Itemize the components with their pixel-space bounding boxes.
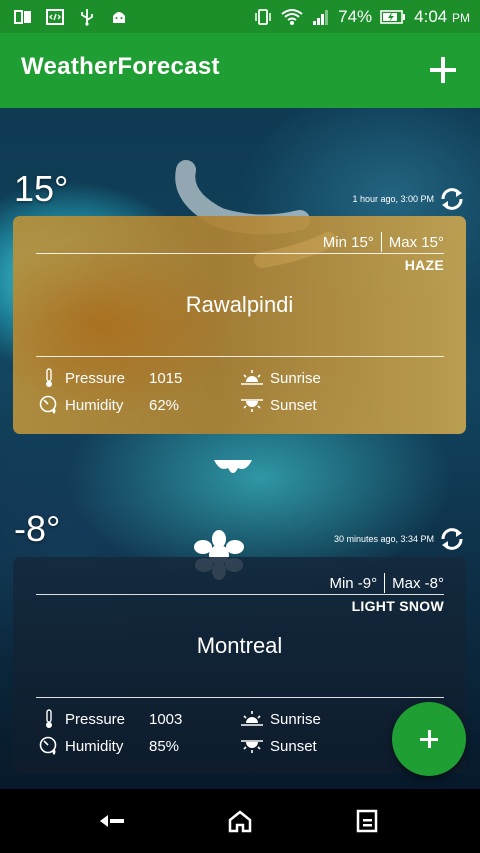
pressure-label: Pressure	[65, 710, 126, 728]
battery-charging-icon	[380, 9, 406, 24]
sunrise-icon	[241, 711, 263, 726]
weather-condition: LIGHT SNOW	[351, 598, 444, 614]
divider	[384, 573, 386, 593]
screen-mirror-icon	[14, 9, 31, 24]
signal-icon	[313, 9, 329, 25]
sunset-label: Sunset	[270, 737, 317, 755]
current-temperature: -8°	[14, 508, 61, 549]
clock-time: 4:04	[414, 6, 448, 26]
humidity-label: Humidity	[65, 737, 124, 755]
usb-icon	[81, 8, 93, 26]
app-bar: WeatherForecast	[0, 33, 480, 108]
app-title: WeatherForecast	[21, 53, 220, 80]
min-max-temperature: Min 15° Max 15°	[323, 232, 444, 252]
back-icon[interactable]	[98, 809, 126, 833]
city-name: Montreal	[196, 633, 283, 658]
min-temperature: Min 15°	[322, 233, 374, 251]
thermometer-icon	[46, 368, 52, 387]
sunset-icon	[241, 399, 263, 412]
home-icon[interactable]	[226, 809, 254, 833]
divider	[380, 232, 382, 252]
sunrise-label: Sunrise	[270, 710, 321, 728]
divider	[36, 253, 444, 254]
clock-ampm: PM	[452, 10, 470, 25]
navigation-bar	[0, 789, 480, 853]
min-temperature: Min -9°	[329, 574, 378, 592]
battery-percent: 74%	[338, 6, 373, 26]
weather-card[interactable]: Min 15° Max 15° HAZE Rawalpindi Pressure…	[13, 216, 466, 434]
sunrise-label: Sunrise	[270, 369, 321, 387]
sunset-label: Sunset	[270, 396, 317, 414]
add-city-button[interactable]	[428, 55, 458, 85]
add-city-fab[interactable]	[392, 702, 466, 776]
sunset-stat: Sunset	[240, 395, 317, 415]
max-temperature: Max -8°	[392, 574, 444, 592]
android-icon	[113, 11, 125, 23]
sunrise-icon	[241, 370, 263, 385]
humidity-value: 85%	[149, 737, 180, 755]
current-temperature: 15°	[14, 168, 69, 209]
pressure-stat: Pressure 1015	[39, 368, 182, 388]
humidity-label: Humidity	[65, 396, 124, 414]
humidity-gauge-icon	[39, 736, 57, 755]
humidity-stat: Humidity 62%	[39, 395, 179, 415]
last-updated: 30 minutes ago, 3:34 PM	[333, 534, 434, 544]
pressure-stat: Pressure 1003	[39, 709, 182, 729]
vibrate-icon	[255, 8, 271, 25]
status-bar: 74% 4:04 PM	[0, 0, 480, 33]
refresh-icon[interactable]	[438, 185, 466, 213]
clock: 4:04 PM	[414, 7, 470, 27]
recent-apps-icon[interactable]	[354, 809, 382, 833]
divider	[36, 356, 444, 357]
pressure-value: 1003	[149, 710, 183, 728]
max-temperature: Max 15°	[388, 233, 444, 251]
min-max-temperature: Min -9° Max -8°	[329, 573, 444, 593]
sunrise-stat: Sunrise	[240, 709, 321, 729]
sunrise-stat: Sunrise	[240, 368, 321, 388]
pressure-label: Pressure	[65, 369, 126, 387]
divider	[36, 594, 444, 595]
snowflake-icon	[214, 460, 252, 473]
humidity-value: 62%	[149, 396, 180, 414]
code-icon	[46, 8, 64, 25]
pressure-value: 1015	[149, 369, 183, 387]
sunset-icon	[241, 740, 263, 753]
city-name: Rawalpindi	[185, 292, 294, 317]
last-updated: 1 hour ago, 3:00 PM	[352, 194, 434, 204]
thermometer-icon	[46, 709, 52, 728]
wifi-icon	[281, 8, 303, 25]
sunset-stat: Sunset	[240, 736, 317, 756]
weather-condition: HAZE	[404, 257, 444, 273]
refresh-icon[interactable]	[438, 525, 466, 553]
humidity-gauge-icon	[39, 395, 57, 414]
divider	[36, 697, 444, 698]
humidity-stat: Humidity 85%	[39, 736, 179, 756]
